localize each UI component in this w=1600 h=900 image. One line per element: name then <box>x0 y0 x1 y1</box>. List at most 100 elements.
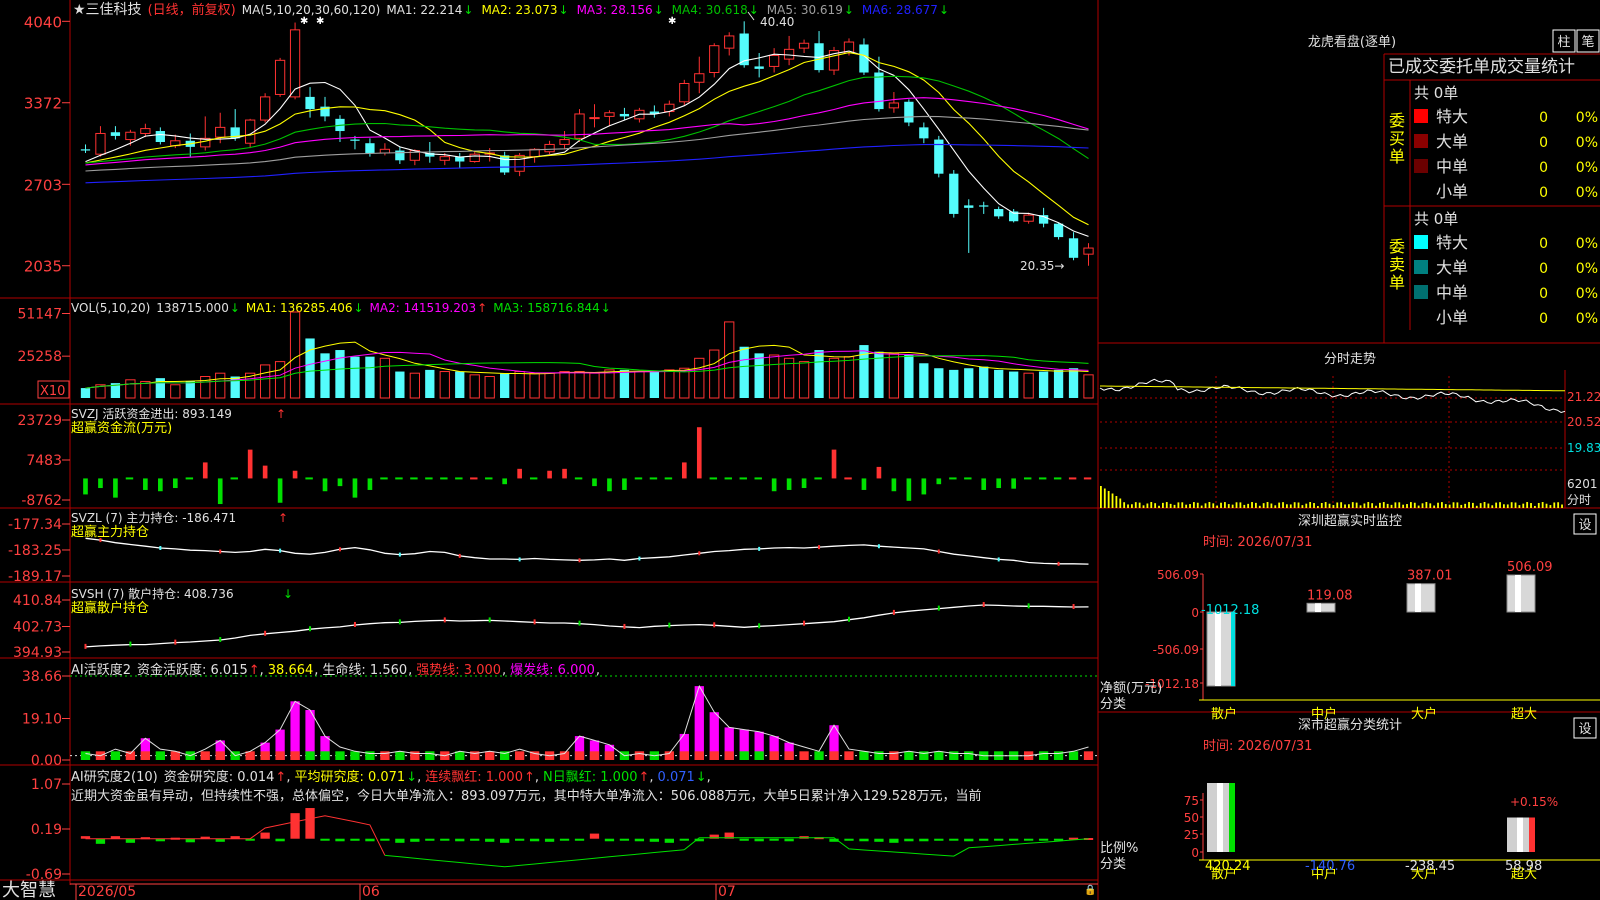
candle-up <box>289 29 301 98</box>
ai-research-bar <box>919 838 929 842</box>
intraday-y-tick: 20.52 <box>1567 415 1600 429</box>
order-row-value: 0 <box>1539 236 1548 252</box>
ai-research-legend-3: N日飘红: 1.000 <box>543 769 637 785</box>
svsh-tick <box>309 626 312 632</box>
svsh-tick <box>353 621 356 627</box>
candle-down <box>395 150 405 161</box>
svzj-bar <box>380 477 388 480</box>
intraday-vol-bar <box>1107 491 1110 508</box>
intraday-vol-bar <box>1336 502 1339 508</box>
svsh-y-tick: 402.73 <box>13 620 62 636</box>
svzj-bar <box>125 477 134 480</box>
intraday-vol-bar <box>1286 504 1288 508</box>
intraday-vol-bar <box>1138 502 1141 508</box>
ai-research-bar <box>994 838 1004 841</box>
ai-research-arrow: ↑ <box>524 770 535 785</box>
vol-bar-down <box>754 353 764 398</box>
ai-research-bar <box>1009 838 1019 841</box>
panel-category-label: 散户 <box>1211 706 1237 722</box>
order-btn-label: 笔 <box>1581 34 1594 50</box>
order-swatch <box>1414 109 1428 123</box>
panel-y-tick: 0 <box>1191 846 1199 860</box>
order-row-label: 小单 <box>1436 308 1468 327</box>
vol-bar-up <box>170 384 181 399</box>
intraday-vol-bar <box>1444 504 1447 508</box>
intraday-y-tick: 6201 <box>1567 477 1598 491</box>
intraday-vol-bar <box>1452 502 1455 508</box>
candle-down <box>1068 238 1079 258</box>
svsh-subtitle: 超赢散户持仓 <box>71 600 149 616</box>
order-row-pct: 0% <box>1576 185 1598 201</box>
ai-research-bar <box>335 838 345 842</box>
intraday-vol-bar <box>1495 502 1498 508</box>
category-value-label: -238.45 <box>1405 859 1455 874</box>
candle-down <box>350 139 360 141</box>
intraday-vol-bar <box>1479 503 1482 508</box>
intraday-vol-bar <box>1363 503 1366 508</box>
intraday-title: 分时走势 <box>1324 351 1376 367</box>
ai-activity-base-bar <box>739 751 749 760</box>
svsh-tick <box>578 620 581 626</box>
intraday-vol-bar <box>1359 505 1362 508</box>
intraday-vol-bar <box>1506 504 1509 508</box>
svsh-tick <box>803 620 806 626</box>
svzl-tick <box>99 538 102 543</box>
svzl-tick <box>638 556 641 561</box>
svsh-tick <box>533 619 536 625</box>
intraday-vol-bar <box>1266 502 1269 508</box>
vol-bar-up <box>709 349 720 399</box>
intraday-vol-bar <box>1258 505 1261 508</box>
vol-bar-up <box>589 372 600 399</box>
svzj-bar <box>185 477 194 480</box>
vol-bar-up <box>559 371 570 399</box>
ai-research-bar <box>649 838 660 842</box>
ai-activity-base-bar <box>395 751 405 760</box>
ai-research-arrow: ↓ <box>696 770 707 785</box>
vol-bar-down <box>455 371 465 398</box>
order-group-total: 共 0单 <box>1414 210 1458 228</box>
ai-research-bar <box>320 838 330 841</box>
ma-legend-1: MA1: 22.214 <box>386 3 462 17</box>
intraday-vol-bar <box>1557 502 1560 508</box>
svzl-tick <box>937 549 940 554</box>
high-price-label: 40.40 <box>760 15 794 29</box>
candle-down <box>874 72 884 110</box>
svsh-tick <box>174 639 177 645</box>
svzj-bar <box>649 477 658 480</box>
panel-category-label: 超大 <box>1511 707 1537 722</box>
svzj-y-tick: -8762 <box>21 493 62 509</box>
svsh-tick <box>668 622 671 628</box>
order-row-value: 0 <box>1539 286 1548 302</box>
ai-research-bar <box>485 838 495 842</box>
order-row-value: 0 <box>1539 160 1548 176</box>
vol-bar-down <box>994 369 1004 398</box>
vol-bar-down <box>859 345 869 398</box>
signal-star-icon: ✱ <box>316 16 324 27</box>
ai-research-bar <box>500 838 510 843</box>
candle-down <box>500 155 510 173</box>
ai-activity-y-tick: 0.00 <box>31 753 62 769</box>
vol-bar-down <box>425 369 435 398</box>
category-bar-highlight <box>1217 783 1223 852</box>
order-swatch <box>1414 134 1428 148</box>
ai-research-bar <box>410 838 420 842</box>
candle-up <box>215 126 226 138</box>
intraday-vol-bar <box>1235 502 1238 508</box>
vol-bar-up <box>514 371 525 399</box>
intraday-vol-bar <box>1185 504 1188 508</box>
intraday-vol-bar <box>1255 502 1257 508</box>
legend-sep: , <box>286 770 290 785</box>
svsh-tick <box>847 616 850 622</box>
svzj-bar <box>622 478 627 490</box>
ma-legend-4: MA4: 30.618 <box>672 3 748 17</box>
panel-time-label: 时间: 2026/07/31 <box>1203 535 1312 550</box>
ai-research-bar <box>350 838 360 841</box>
intraday-vol-bar <box>1212 503 1215 508</box>
svzj-bar <box>337 478 343 487</box>
svzj-bar <box>502 478 507 485</box>
ai-research-bar <box>125 838 136 843</box>
candle-down <box>305 96 315 110</box>
candle-down <box>619 113 630 117</box>
ai-activity-base-bar <box>829 751 839 760</box>
ai-research-bar <box>185 838 195 843</box>
